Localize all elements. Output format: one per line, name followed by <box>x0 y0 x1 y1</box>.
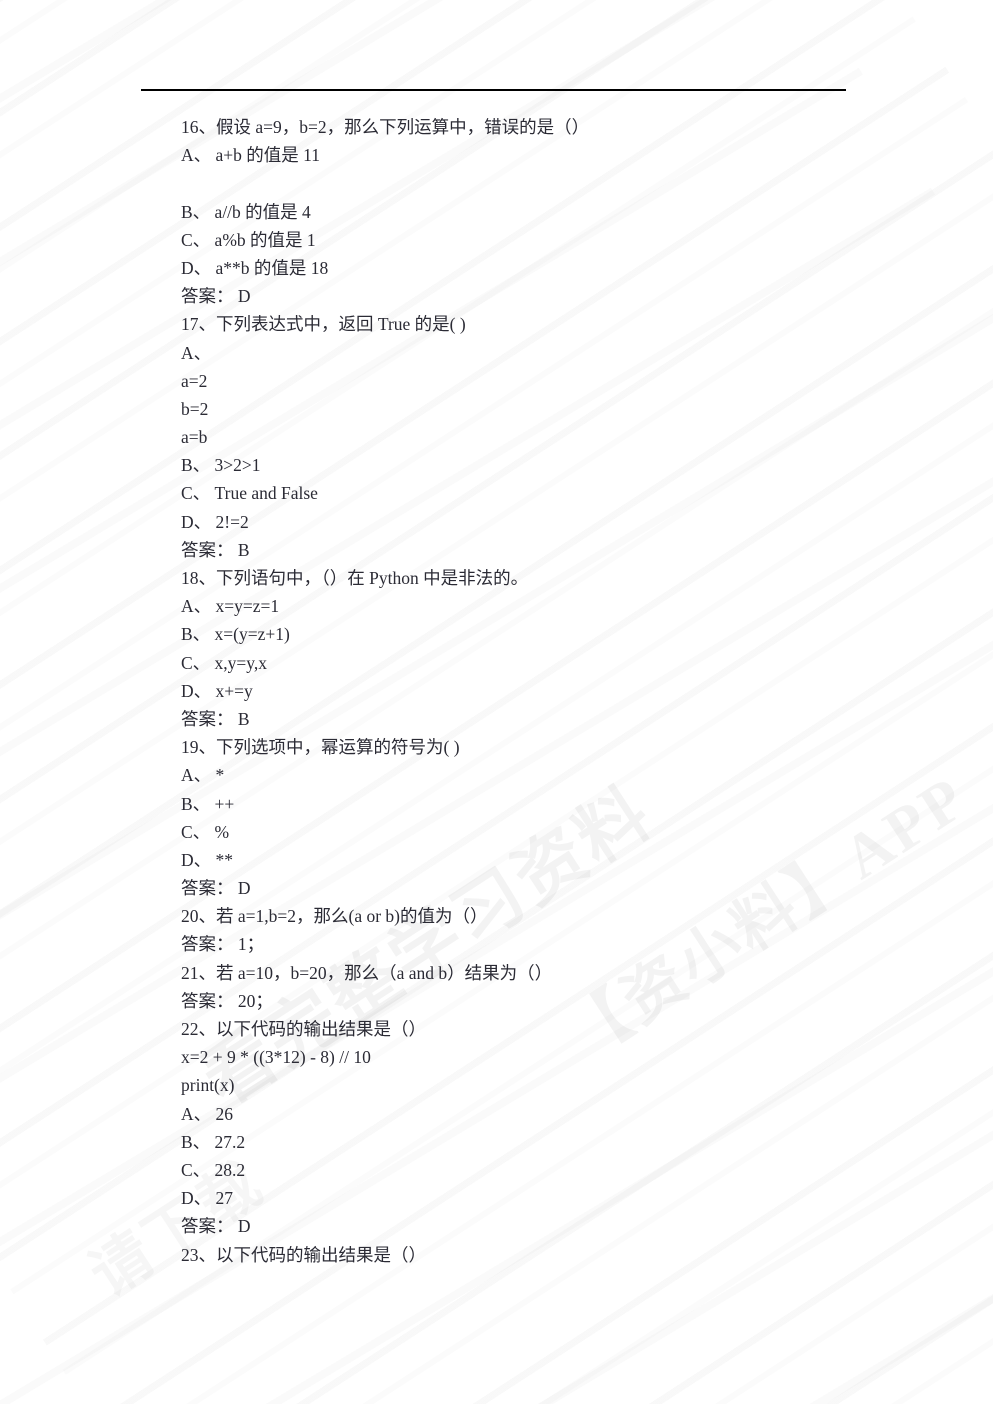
option-line: C、 28.2 <box>181 1159 246 1180</box>
question-line: 23、以下代码的输出结果是（） <box>181 1244 426 1265</box>
question-line: 18、下列语句中，（）在 Python 中是非法的。 <box>181 568 529 588</box>
question-line: 19、下列选项中，幂运算的符号为( ) <box>181 737 460 758</box>
answer-line: 答案： B <box>181 539 250 560</box>
answer-line: 答案： B <box>181 708 250 729</box>
option-line: A、 <box>181 342 212 363</box>
option-line: D、 27 <box>181 1188 234 1209</box>
code-line: a=2 <box>181 370 208 391</box>
option-line: A、 26 <box>181 1103 234 1124</box>
code-line: b=2 <box>181 398 209 419</box>
option-line: C、 a%b 的值是 1 <box>181 229 316 250</box>
question-line: 17、下列表达式中，返回 True 的是( ) <box>181 314 466 335</box>
question-line: 21、若 a=10，b=20，那么（a and b）结果为（） <box>181 962 553 983</box>
option-line: C、 % <box>181 821 230 842</box>
option-line: C、 x,y=y,x <box>181 652 268 673</box>
option-line: D、 2!=2 <box>181 511 249 532</box>
answer-line: 答案： 1； <box>181 934 265 955</box>
code-line: a=b <box>181 427 208 448</box>
option-line: A、 a+b 的值是 11 <box>181 145 320 166</box>
answer-line: 答案： D <box>181 878 251 899</box>
question-line: 16、假设 a=9，b=2，那么下列运算中，错误的是（） <box>181 117 590 137</box>
answer-line: 答案： D <box>181 286 251 307</box>
option-line: B、 ++ <box>181 793 235 814</box>
code-line: print(x) <box>181 1075 235 1096</box>
option-line: C、 True and False <box>181 483 318 504</box>
document-page: 看完整学习资料 【资小料】APP 请下载 16、假设 a=9，b=2，那么下列运… <box>0 0 993 1404</box>
option-line: D、 a**b 的值是 18 <box>181 257 329 278</box>
option-line: B、 3>2>1 <box>181 455 261 476</box>
question-line: 22、以下代码的输出结果是（） <box>181 1019 426 1039</box>
option-line: A、 x=y=z=1 <box>181 596 280 617</box>
option-line: B、 27.2 <box>181 1131 246 1152</box>
option-line: A、 * <box>181 765 225 786</box>
code-line: x=2 + 9 * ((3*12) - 8) // 10 <box>181 1047 371 1068</box>
header-rule <box>141 89 846 91</box>
option-line: D、 ** <box>181 849 234 870</box>
answer-line: 答案： 20； <box>181 990 273 1011</box>
option-line: B、 x=(y=z+1) <box>181 624 290 645</box>
question-list: 16、假设 a=9，b=2，那么下列运算中，错误的是（） A、 a+b 的值是 1… <box>181 113 881 1269</box>
option-line: B、 a//b 的值是 4 <box>181 201 311 222</box>
question-line: 20、若 a=1,b=2，那么(a or b)的值为（） <box>181 906 488 927</box>
option-line: D、 x+=y <box>181 680 253 701</box>
answer-line: 答案： D <box>181 1216 251 1237</box>
